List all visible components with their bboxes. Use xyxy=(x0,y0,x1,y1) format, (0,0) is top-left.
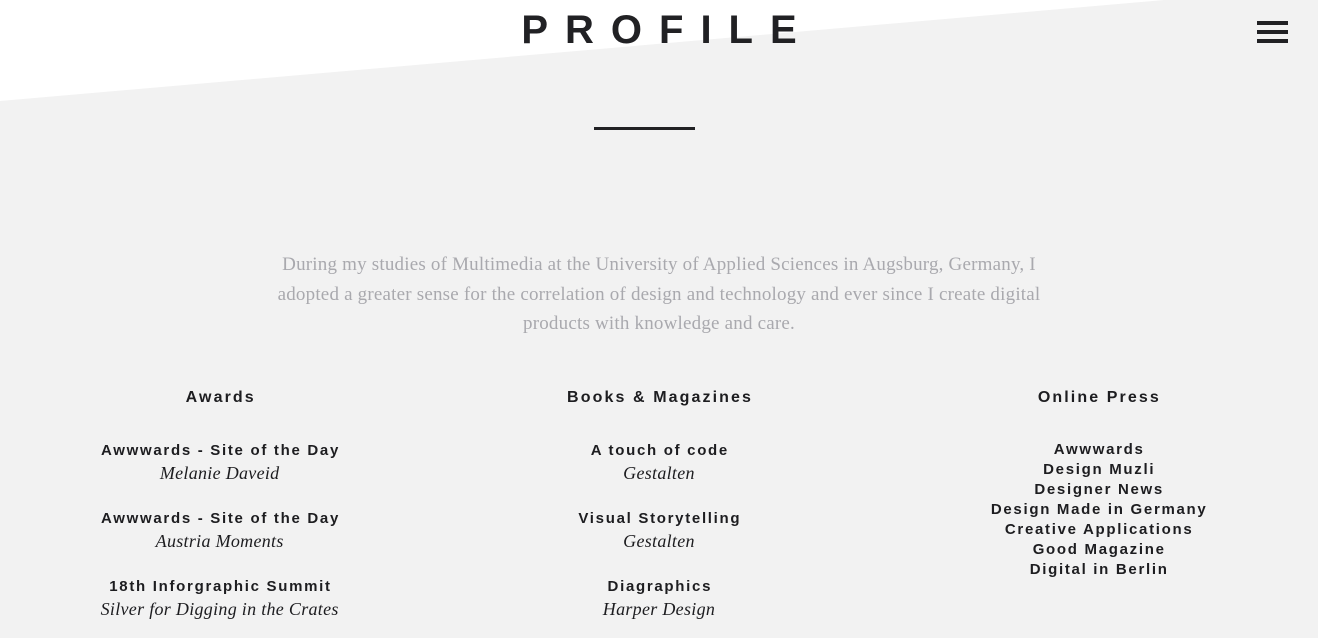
publication-title: Visual Storytelling xyxy=(578,510,742,527)
page-content: During my studies of Multimedia at the U… xyxy=(0,0,1318,638)
press-item: Creative Applications xyxy=(1004,521,1194,538)
press-item: Digital in Berlin xyxy=(1029,561,1169,578)
publication-entry: Visual Storytelling Gestalten xyxy=(439,508,878,554)
section-divider-rule xyxy=(594,127,695,130)
award-entry: Awwwards - Site of the Day Austria Momen… xyxy=(0,508,439,554)
profile-columns: Awards Awwwards - Site of the Day Melani… xyxy=(0,386,1318,622)
award-entry: Awwwards - Site of the Day Melanie Davei… xyxy=(0,440,439,486)
award-entry: 18th Inforgraphic Summit Silver for Digg… xyxy=(0,576,439,622)
publication-entry: A touch of code Gestalten xyxy=(439,440,878,486)
column-heading-online-press: Online Press xyxy=(1037,389,1161,406)
intro-paragraph: During my studies of Multimedia at the U… xyxy=(277,254,1041,334)
publication-publisher: Gestalten xyxy=(623,531,695,551)
press-item: Awwwards xyxy=(1053,441,1145,458)
press-item: Designer News xyxy=(1034,481,1164,498)
award-subtitle: Silver for Digging in the Crates xyxy=(100,599,339,619)
publication-title: Diagraphics xyxy=(607,578,713,595)
publication-publisher: Harper Design xyxy=(602,599,716,619)
hamburger-menu-icon[interactable] xyxy=(1257,21,1288,47)
award-subtitle: Melanie Daveid xyxy=(159,463,280,483)
press-item: Design Muzli xyxy=(1043,461,1156,478)
hamburger-bar-middle xyxy=(1257,30,1288,34)
press-item: Design Made in Germany xyxy=(990,501,1208,518)
publication-entry: Diagraphics Harper Design xyxy=(439,576,878,622)
hamburger-bar-bottom xyxy=(1257,39,1288,43)
column-books-magazines: Books & Magazines A touch of code Gestal… xyxy=(439,386,878,622)
column-heading-books-magazines: Books & Magazines xyxy=(567,389,754,406)
award-title: 18th Inforgraphic Summit xyxy=(109,578,332,595)
page-title: PROFILE xyxy=(521,8,814,52)
award-title: Awwwards - Site of the Day xyxy=(101,510,340,527)
press-item: Good Magazine xyxy=(1032,541,1166,558)
publication-publisher: Gestalten xyxy=(623,463,695,483)
column-heading-awards: Awards xyxy=(185,389,256,406)
publication-title: A touch of code xyxy=(590,442,729,459)
award-title: Awwwards - Site of the Day xyxy=(101,442,340,459)
profile-page: PROFILE During my studies of Multimedia … xyxy=(0,0,1318,638)
award-subtitle: Austria Moments xyxy=(155,531,284,551)
hamburger-bar-top xyxy=(1257,21,1288,25)
online-press-list: Awwwards Design Muzli Designer News Desi… xyxy=(879,440,1318,580)
column-online-press: Online Press Awwwards Design Muzli Desig… xyxy=(879,386,1318,622)
page-header: PROFILE xyxy=(0,0,1318,66)
column-awards: Awards Awwwards - Site of the Day Melani… xyxy=(0,386,439,622)
